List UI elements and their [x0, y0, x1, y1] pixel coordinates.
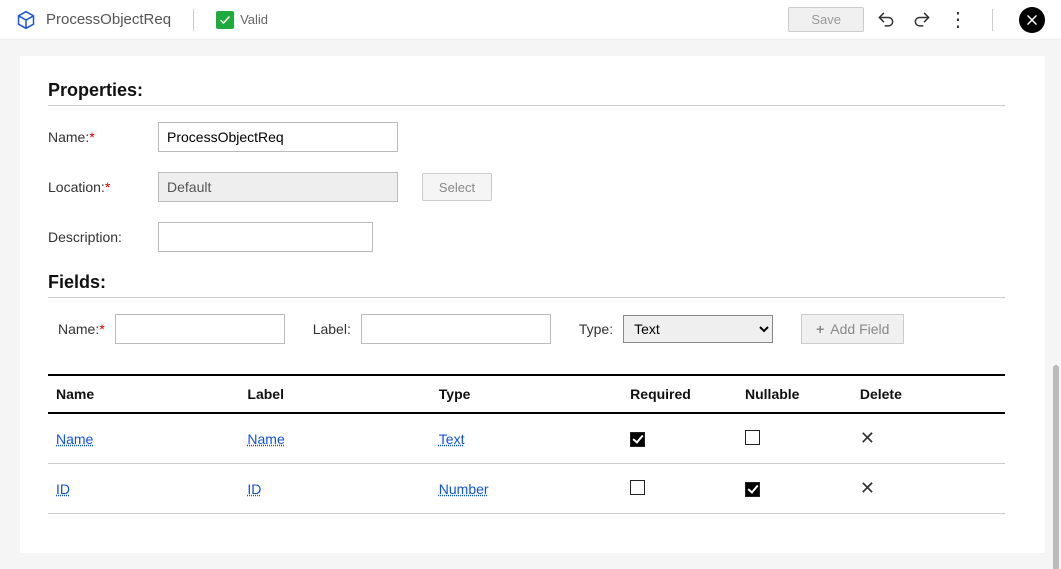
required-checkbox[interactable] [630, 432, 645, 447]
add-field-button[interactable]: + Add Field [801, 314, 904, 344]
valid-check-icon [216, 11, 234, 29]
page-title: ProcessObjectReq [46, 11, 171, 28]
description-input[interactable] [158, 222, 373, 252]
divider [48, 105, 1005, 106]
valid-badge: Valid [216, 11, 268, 29]
select-location-button[interactable]: Select [422, 173, 492, 201]
row-name-link[interactable]: ID [56, 481, 70, 497]
fields-table: Name Label Type Required Nullable Delete… [48, 374, 1005, 514]
topbar-right: Save ⋮ [788, 6, 1045, 34]
field-label-input[interactable] [361, 314, 551, 344]
field-name-input[interactable] [115, 314, 285, 344]
row-name-link[interactable]: Name [56, 431, 93, 447]
delete-row-button[interactable]: ✕ [860, 428, 875, 448]
name-row: Name:* [48, 122, 1005, 152]
row-type-link[interactable]: Text [439, 431, 465, 447]
scrollbar-thumb[interactable] [1053, 365, 1059, 569]
fields-heading: Fields: [48, 272, 1005, 293]
save-button[interactable]: Save [788, 7, 864, 32]
required-checkbox[interactable] [630, 480, 645, 495]
col-nullable: Nullable [737, 375, 852, 413]
description-label: Description: [48, 229, 158, 245]
field-type-label: Type: [579, 321, 613, 337]
nullable-checkbox[interactable] [745, 482, 760, 497]
table-header-row: Name Label Type Required Nullable Delete [48, 375, 1005, 413]
close-button[interactable] [1019, 7, 1045, 33]
name-input[interactable] [158, 122, 398, 152]
name-label: Name:* [48, 129, 158, 145]
cube-icon [16, 10, 36, 30]
plus-icon: + [816, 321, 824, 337]
field-type-select[interactable]: Text [623, 315, 773, 343]
field-label-label: Label: [313, 321, 351, 337]
topbar: ProcessObjectReq Valid Save ⋮ [0, 0, 1061, 40]
table-row: ID ID Number ✕ [48, 464, 1005, 514]
row-label-link[interactable]: Name [247, 431, 284, 447]
description-row: Description: [48, 222, 1005, 252]
divider [48, 297, 1005, 298]
main-panel: Properties: Name:* Location:* Select Des… [20, 56, 1045, 553]
undo-button[interactable] [872, 6, 900, 34]
col-name: Name [48, 375, 239, 413]
field-name-label: Name:* [58, 321, 105, 337]
add-field-row: Name:* Label: Type: Text + Add Field [48, 314, 1005, 344]
delete-row-button[interactable]: ✕ [860, 478, 875, 498]
row-label-link[interactable]: ID [247, 481, 261, 497]
location-row: Location:* Select [48, 172, 1005, 202]
valid-label: Valid [240, 12, 268, 27]
topbar-left: ProcessObjectReq Valid [16, 9, 268, 31]
row-type-link[interactable]: Number [439, 481, 489, 497]
col-required: Required [622, 375, 737, 413]
col-label: Label [239, 375, 430, 413]
location-input[interactable] [158, 172, 398, 202]
divider [992, 9, 993, 31]
location-label: Location:* [48, 179, 158, 195]
col-delete: Delete [852, 375, 1005, 413]
divider [193, 9, 194, 31]
col-type: Type [431, 375, 622, 413]
content-wrapper: Properties: Name:* Location:* Select Des… [0, 40, 1061, 569]
table-row: Name Name Text ✕ [48, 413, 1005, 464]
more-menu-button[interactable]: ⋮ [944, 10, 972, 30]
redo-button[interactable] [908, 6, 936, 34]
properties-heading: Properties: [48, 80, 1005, 101]
nullable-checkbox[interactable] [745, 430, 760, 445]
